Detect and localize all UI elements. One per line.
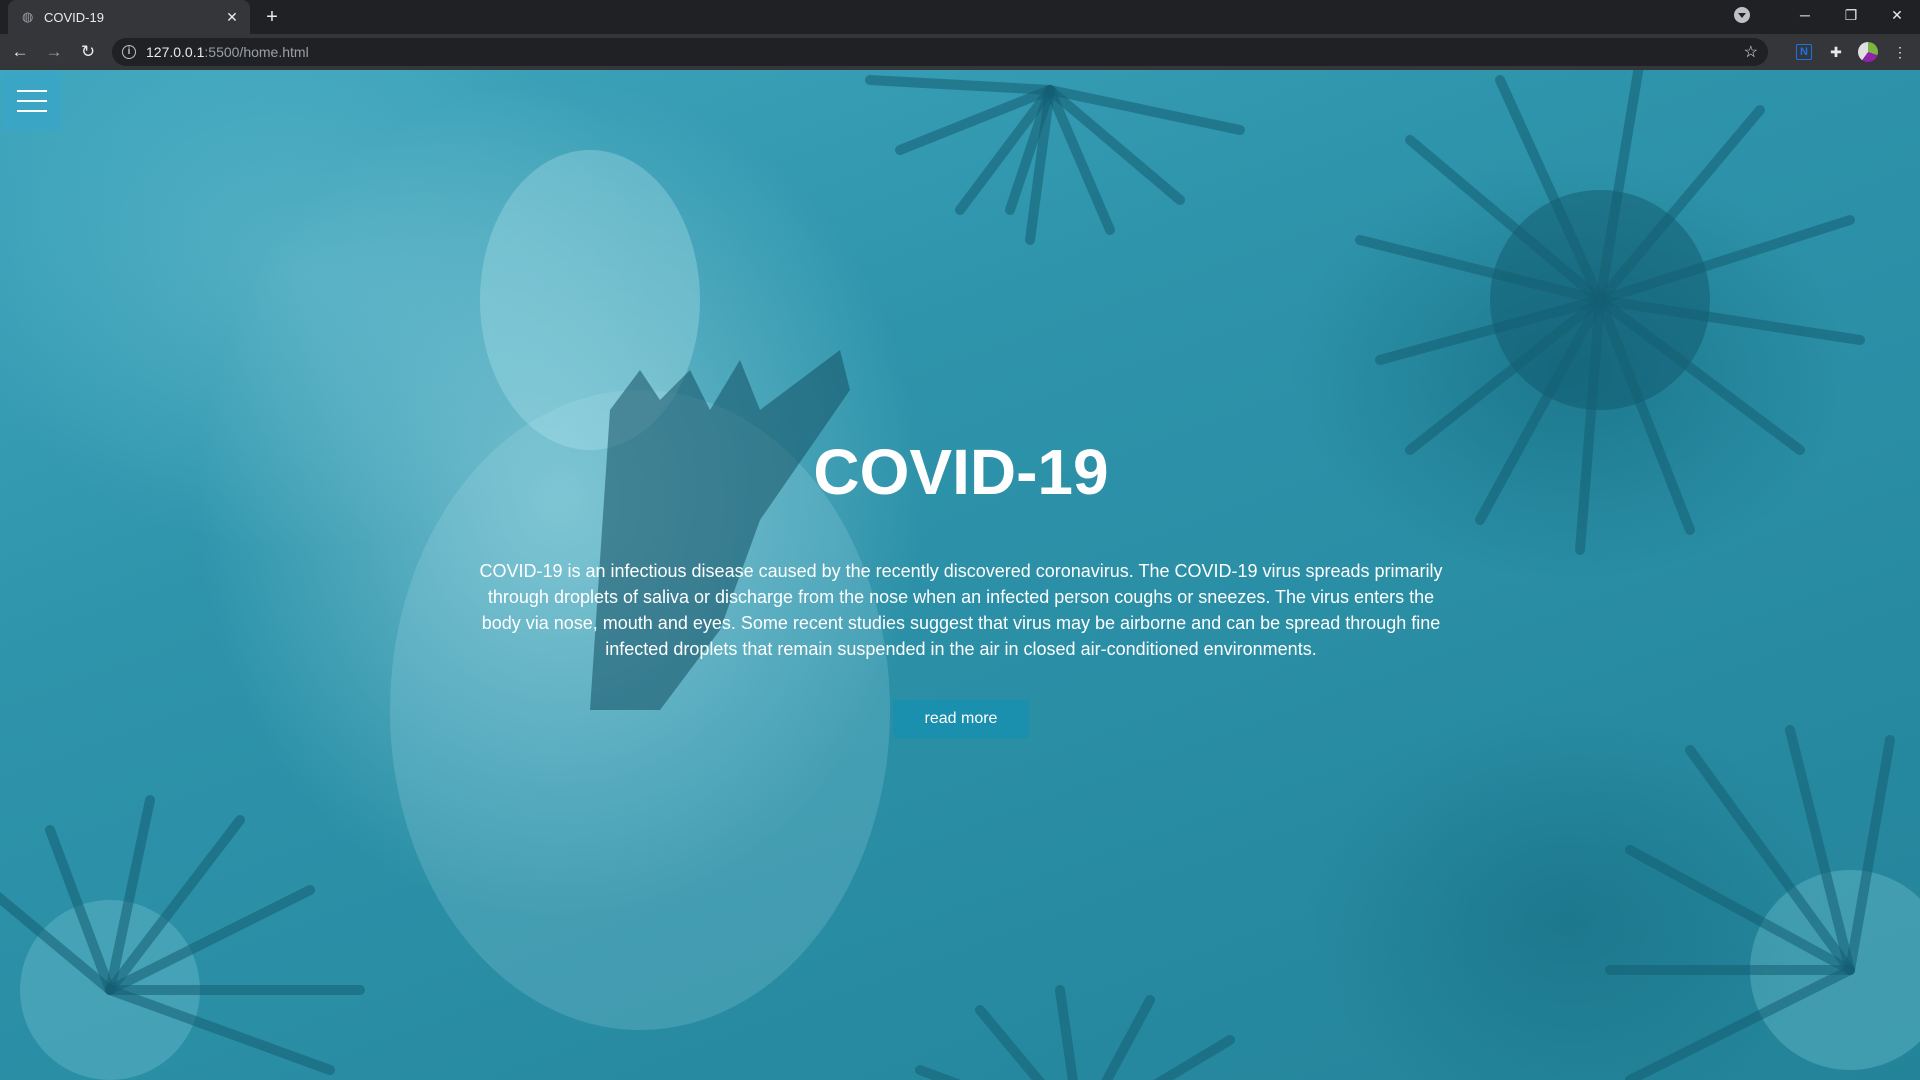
browser-menu-icon[interactable]: ⋮	[1886, 38, 1914, 66]
page-hero-background: COVID-19 COVID-19 is an infectious disea…	[0, 70, 1920, 1080]
profile-avatar[interactable]	[1854, 38, 1882, 66]
url-path: :5500/home.html	[204, 44, 309, 60]
hamburger-menu-button[interactable]	[2, 72, 62, 130]
toolbar-extensions: N ✚ ⋮	[1792, 38, 1914, 66]
tab-strip: ◍ COVID-19 ✕ + ─ ❐ ✕	[0, 0, 1920, 34]
avatar	[1858, 42, 1878, 62]
hero-description: COVID-19 is an infectious disease caused…	[479, 561, 1443, 659]
tab-search-icon[interactable]	[1734, 7, 1750, 23]
hamburger-menu-icon-line	[17, 100, 47, 102]
page-title: COVID-19	[813, 436, 1109, 508]
window-controls: ─ ❐ ✕	[1734, 0, 1920, 30]
extensions-puzzle-icon[interactable]: ✚	[1822, 38, 1850, 66]
reload-button[interactable]: ↻	[74, 38, 102, 66]
browser-window: ◍ COVID-19 ✕ + ─ ❐ ✕ ← → ↻ i 127.0.0.1 :…	[0, 0, 1920, 1080]
globe-icon: ◍	[22, 9, 34, 24]
extension-n-icon[interactable]: N	[1796, 44, 1812, 60]
new-tab-button[interactable]: +	[260, 5, 284, 29]
minimize-button[interactable]: ─	[1782, 0, 1828, 30]
restore-button[interactable]: ❐	[1828, 0, 1874, 30]
back-button[interactable]: ←	[6, 38, 34, 66]
close-tab-icon[interactable]: ✕	[222, 7, 242, 27]
hero-section: COVID-19 COVID-19 is an infectious disea…	[470, 430, 1452, 738]
browser-toolbar: ← → ↻ i 127.0.0.1 :5500/home.html ☆ N ✚ …	[0, 34, 1920, 70]
forward-button[interactable]: →	[40, 38, 68, 66]
address-bar[interactable]: i 127.0.0.1 :5500/home.html ☆	[112, 38, 1768, 66]
site-info-icon[interactable]: i	[122, 45, 136, 59]
hamburger-menu-icon-line	[17, 110, 47, 112]
hamburger-menu-icon	[17, 90, 47, 92]
read-more-button[interactable]: read more	[893, 700, 1029, 738]
bookmark-star-icon[interactable]: ☆	[1744, 42, 1758, 62]
close-window-button[interactable]: ✕	[1874, 0, 1920, 30]
url-host: 127.0.0.1	[146, 44, 205, 60]
tab-title: COVID-19	[44, 9, 104, 25]
tab-covid[interactable]: ◍ COVID-19 ✕	[8, 0, 250, 34]
